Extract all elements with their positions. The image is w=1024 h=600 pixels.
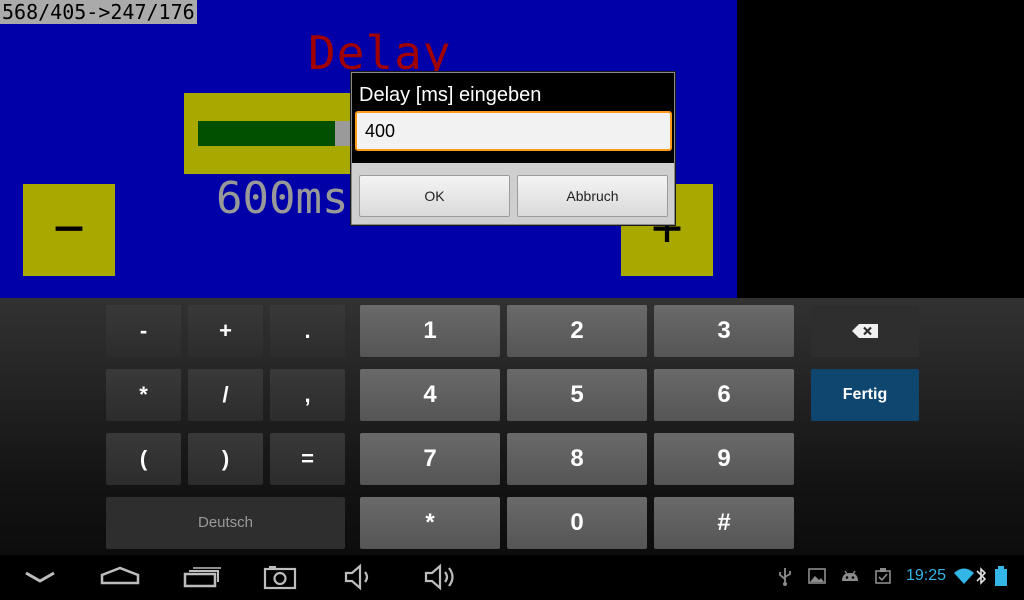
screenshot-button[interactable]	[256, 559, 304, 595]
key-equals[interactable]: =	[270, 433, 345, 485]
key-3[interactable]: 3	[654, 305, 794, 357]
bluetooth-icon	[976, 567, 987, 585]
dialog-button-bar: OK Abbruch	[352, 165, 674, 224]
key-6[interactable]: 6	[654, 369, 794, 421]
status-clock: 19:25	[906, 567, 947, 584]
system-navigation-bar: 19:25	[0, 555, 1024, 600]
volume-down-icon	[344, 563, 369, 591]
ok-button[interactable]: OK	[359, 175, 510, 217]
usb-status	[774, 565, 796, 587]
key-0[interactable]: 0	[507, 497, 647, 549]
hide-keyboard-button[interactable]	[16, 559, 64, 595]
key-5[interactable]: 5	[507, 369, 647, 421]
key-7[interactable]: 7	[360, 433, 500, 485]
key-period[interactable]: .	[270, 305, 345, 357]
battery-status	[993, 565, 1009, 587]
image-status	[806, 565, 828, 587]
done-key[interactable]: Fertig	[811, 369, 919, 421]
app-background-right	[737, 0, 1024, 298]
key-8[interactable]: 8	[507, 433, 647, 485]
wifi-status	[953, 565, 975, 587]
cancel-button[interactable]: Abbruch	[517, 175, 668, 217]
clipboard-icon	[875, 568, 891, 584]
delay-input-dialog: Delay [ms] eingeben 400 OK Abbruch	[351, 72, 675, 225]
key-star[interactable]: *	[360, 497, 500, 549]
key-4[interactable]: 4	[360, 369, 500, 421]
decrease-button[interactable]: −	[23, 184, 115, 276]
backspace-icon	[852, 323, 878, 338]
usb-icon	[779, 568, 791, 586]
battery-icon	[995, 566, 1007, 586]
key-9[interactable]: 9	[654, 433, 794, 485]
recent-apps-icon	[183, 567, 221, 588]
slider-fill	[198, 121, 335, 146]
volume-up-button[interactable]	[416, 559, 464, 595]
key-minus[interactable]: -	[106, 305, 181, 357]
key-close-paren[interactable]: )	[188, 433, 263, 485]
dialog-header: Delay [ms] eingeben 400	[352, 73, 674, 163]
delay-input-field[interactable]: 400	[355, 111, 672, 151]
android-status	[839, 565, 861, 587]
wifi-icon	[954, 568, 974, 584]
key-hash[interactable]: #	[654, 497, 794, 549]
key-open-paren[interactable]: (	[106, 433, 181, 485]
volume-down-button[interactable]	[336, 559, 384, 595]
key-plus[interactable]: +	[188, 305, 263, 357]
home-button[interactable]	[96, 559, 144, 595]
image-icon	[808, 568, 826, 584]
screenshot-icon	[263, 566, 297, 590]
hide-keyboard-icon	[25, 571, 55, 583]
clipboard-status	[872, 565, 894, 587]
coordinate-readout: 568/405->247/176	[0, 0, 197, 24]
home-icon	[100, 566, 140, 585]
volume-up-icon	[424, 563, 454, 591]
language-key[interactable]: Deutsch	[106, 497, 345, 549]
recent-apps-button[interactable]	[177, 559, 225, 595]
numeric-keyboard: - + . * / , ( ) = Deutsch 1 2 3 4 5 6 7 …	[0, 298, 1024, 555]
android-icon	[842, 570, 858, 581]
delay-value-label: 600ms	[216, 173, 349, 224]
key-comma[interactable]: ,	[270, 369, 345, 421]
key-asterisk[interactable]: *	[106, 369, 181, 421]
key-1[interactable]: 1	[360, 305, 500, 357]
key-slash[interactable]: /	[188, 369, 263, 421]
key-2[interactable]: 2	[507, 305, 647, 357]
backspace-key[interactable]	[811, 305, 919, 357]
bluetooth-status	[975, 565, 987, 587]
dialog-title: Delay [ms] eingeben	[359, 84, 542, 106]
